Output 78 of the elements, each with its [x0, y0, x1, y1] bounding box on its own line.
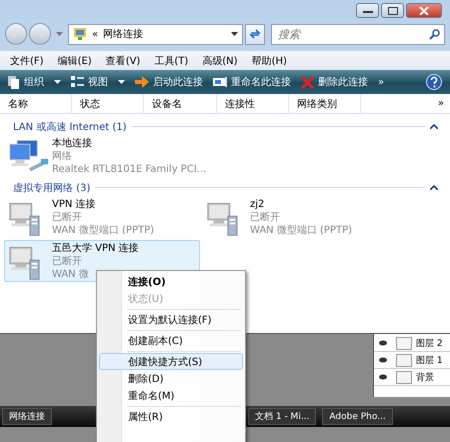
layer-thumbnail — [396, 370, 412, 384]
menu-item[interactable]: 设置为默认连接(F) — [99, 311, 243, 328]
connection-name: VPN 连接 — [52, 198, 97, 211]
maximize-button[interactable] — [381, 3, 404, 18]
more-columns-button[interactable]: » — [361, 94, 450, 113]
toolbar-button[interactable]: 重命名此连接 — [213, 75, 291, 89]
connection-status: 网络 — [52, 150, 73, 163]
menu-item[interactable]: 创建副本(C) — [99, 332, 243, 349]
menu-item[interactable]: 创建快捷方式(S) — [99, 353, 243, 370]
network-icon — [73, 27, 87, 41]
refresh-icon — [249, 28, 261, 40]
column-header[interactable]: 连接性 — [217, 94, 289, 113]
collapse-icon[interactable] — [430, 185, 438, 190]
device-name: WAN 微 — [52, 268, 90, 281]
layer-name[interactable]: 图层 2 — [416, 336, 443, 350]
close-icon — [419, 6, 429, 14]
minimize-button[interactable] — [356, 3, 379, 18]
connection-status: 已断开 — [52, 211, 83, 224]
menu-item[interactable]: 属性(R) — [99, 408, 243, 425]
taskbar-button[interactable]: Adobe Pho... — [322, 408, 393, 425]
connection-status: 已断开 — [250, 211, 281, 224]
forward-arrow-icon — [34, 29, 46, 39]
collapse-icon[interactable] — [430, 124, 438, 129]
toolbar-button[interactable]: 启动此连接 — [135, 75, 203, 89]
address-bar[interactable]: « 网络连接 — [68, 24, 243, 44]
column-header[interactable]: 设备名 — [144, 94, 217, 113]
connection-name: 五邑大学 VPN 连接 — [52, 242, 139, 255]
menu-item[interactable]: 查看(V) — [106, 54, 140, 68]
help-icon[interactable] — [426, 74, 442, 90]
connection-name: zj2 — [250, 198, 266, 211]
close-button[interactable] — [406, 3, 442, 18]
menu-item[interactable]: 高级(N) — [202, 54, 238, 68]
device-name: WAN 微型端口 (PPTP) — [250, 224, 352, 237]
column-header[interactable]: 网络类别 — [289, 94, 361, 113]
group-header[interactable]: 虚拟专用网络 (3) — [13, 180, 90, 194]
device-name: WAN 微型端口 (PPTP) — [52, 224, 154, 237]
layer-thumbnail — [396, 354, 412, 366]
column-header[interactable]: 名称 — [0, 94, 72, 113]
caret-icon[interactable] — [56, 32, 63, 36]
menu-item[interactable]: 重命名(M) — [99, 387, 243, 404]
toolbar-button[interactable]: 删除此连接 — [301, 75, 368, 89]
menu-item[interactable]: 文件(F) — [10, 54, 44, 68]
connection-item[interactable]: VPN 连接 已断开 WAN 微型端口 (PPTP) — [4, 196, 200, 238]
connection-item[interactable]: zj2 已断开 WAN 微型端口 (PPTP) — [202, 196, 398, 238]
menu-item[interactable]: 删除(D) — [99, 370, 243, 387]
rename-icon — [213, 77, 227, 87]
device-name: Realtek RTL8101E Family PCI... — [52, 163, 206, 176]
connection-status: 已断开 — [52, 255, 83, 268]
address-path: 网络连接 — [103, 28, 144, 41]
maximize-icon — [388, 6, 398, 14]
more-button[interactable]: » — [378, 76, 384, 88]
refresh-button[interactable] — [245, 24, 265, 44]
toolbar-button[interactable]: 视图 — [71, 75, 125, 89]
layer-thumbnail — [396, 336, 412, 350]
layer-name[interactable]: 背景 — [416, 370, 434, 384]
search-input[interactable]: 搜索 — [276, 26, 429, 42]
menu-item[interactable]: 帮助(H) — [252, 54, 287, 68]
column-header[interactable]: 状态 — [72, 94, 144, 113]
search-icon — [429, 28, 440, 40]
delete-icon — [301, 76, 314, 88]
pages-icon — [8, 76, 20, 88]
caret-icon — [118, 80, 125, 84]
views-icon — [71, 76, 84, 88]
connection-name: 本地连接 — [52, 137, 93, 150]
search-field[interactable]: 搜索 — [271, 24, 445, 44]
dropdown-icon[interactable] — [231, 32, 238, 36]
breadcrumb-separator: « — [92, 28, 98, 40]
taskbar-button[interactable]: 文档 1 - Mi... — [248, 408, 316, 425]
caret-icon — [54, 80, 61, 84]
back-arrow-icon — [10, 29, 22, 39]
menu-item[interactable]: 工具(T) — [154, 54, 188, 68]
taskbar-button[interactable]: 网络连接 — [2, 408, 52, 425]
menu-item[interactable]: 编辑(E) — [58, 54, 92, 68]
toolbar-button[interactable]: 组织 — [8, 75, 61, 89]
group-header[interactable]: LAN 或高速 Internet (1) — [13, 120, 127, 134]
arrow-icon — [135, 76, 149, 88]
layer-name[interactable]: 图层 1 — [416, 354, 443, 366]
connection-item[interactable]: 本地连接 网络 Realtek RTL8101E Family PCI... — [4, 135, 210, 177]
